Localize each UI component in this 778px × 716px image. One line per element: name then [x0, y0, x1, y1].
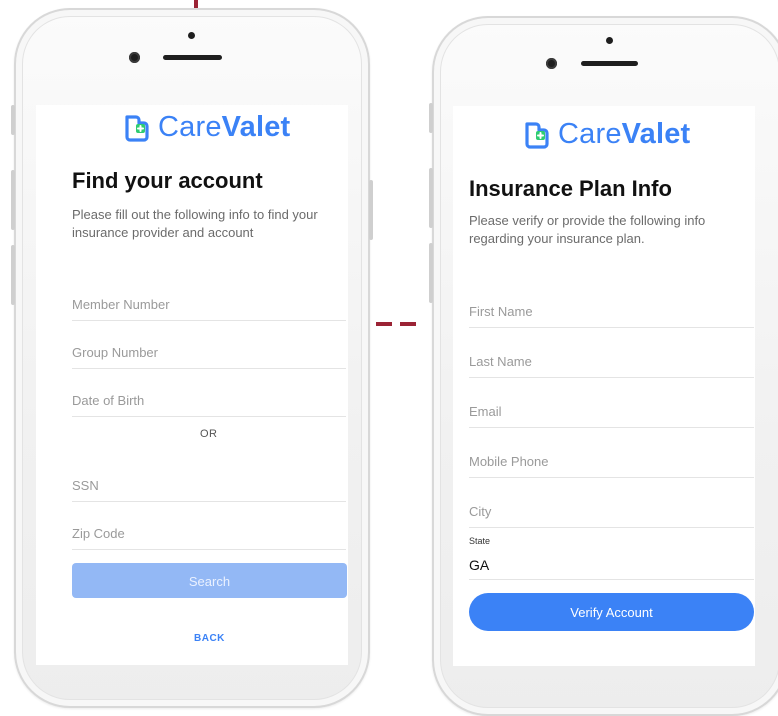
ssn-field[interactable]: SSN: [72, 460, 346, 502]
logo-text-valet: Valet: [221, 111, 291, 143]
phone-camera: [546, 58, 557, 69]
page-title: Find your account: [72, 168, 263, 193]
phone-mic: [606, 37, 613, 44]
state-value: GA: [469, 557, 490, 573]
phone-side-button: [11, 170, 15, 230]
logo-text-care: Care: [558, 118, 622, 150]
date-of-birth-placeholder: Date of Birth: [72, 393, 145, 408]
page-subtitle: Please verify or provide the following i…: [469, 213, 706, 246]
page-title: Insurance Plan Info: [469, 176, 672, 201]
logo-text-valet: Valet: [621, 118, 691, 150]
email-placeholder: Email: [469, 404, 502, 419]
phone-find-account: CareValet Find your account Please fill …: [11, 8, 373, 708]
carevalet-plus-icon: [522, 120, 554, 150]
group-number-field[interactable]: Group Number: [72, 327, 346, 369]
city-field[interactable]: City: [469, 486, 754, 528]
flow-connector-dash: [400, 322, 416, 326]
phone-side-button: [11, 105, 15, 135]
verify-account-button[interactable]: Verify Account: [469, 593, 754, 631]
carevalet-plus-icon: [122, 113, 154, 143]
screen-find-account: CareValet Find your account Please fill …: [36, 105, 348, 665]
state-label: State: [469, 536, 491, 546]
city-placeholder: City: [469, 504, 492, 519]
email-field[interactable]: Email: [469, 386, 754, 428]
flow-connector-dash: [376, 322, 392, 326]
date-of-birth-field[interactable]: Date of Birth: [72, 375, 346, 417]
first-name-field[interactable]: First Name: [469, 286, 754, 328]
phone-camera: [129, 52, 140, 63]
phone-speaker: [163, 55, 222, 60]
last-name-field[interactable]: Last Name: [469, 336, 754, 378]
phone-side-button: [429, 243, 433, 303]
phone-speaker: [581, 61, 638, 66]
search-button[interactable]: Search: [72, 563, 347, 598]
phone-side-button: [11, 245, 15, 305]
screen-insurance-plan: CareValet Insurance Plan Info Please ver…: [453, 106, 755, 666]
member-number-placeholder: Member Number: [72, 297, 170, 312]
zip-code-placeholder: Zip Code: [72, 526, 125, 541]
phone-side-button: [429, 103, 433, 133]
phone-mic: [188, 32, 195, 39]
logo-text-care: Care: [158, 111, 222, 143]
ssn-placeholder: SSN: [72, 478, 99, 493]
last-name-placeholder: Last Name: [469, 354, 532, 369]
or-divider-label: OR: [200, 428, 218, 440]
group-number-placeholder: Group Number: [72, 345, 158, 360]
mobile-phone-field[interactable]: Mobile Phone: [469, 436, 754, 478]
mobile-phone-placeholder: Mobile Phone: [469, 454, 549, 469]
phone-insurance-plan: CareValet Insurance Plan Info Please ver…: [429, 16, 778, 716]
member-number-field[interactable]: Member Number: [72, 279, 346, 321]
phone-side-button: [369, 180, 373, 240]
first-name-placeholder: First Name: [469, 304, 533, 319]
page-subtitle: Please fill out the following info to fi…: [72, 207, 318, 240]
state-field[interactable]: State GA: [469, 536, 754, 580]
phone-side-button: [429, 168, 433, 228]
carevalet-logo: CareValet: [522, 118, 690, 151]
zip-code-field[interactable]: Zip Code: [72, 508, 346, 550]
carevalet-logo: CareValet: [122, 111, 290, 144]
